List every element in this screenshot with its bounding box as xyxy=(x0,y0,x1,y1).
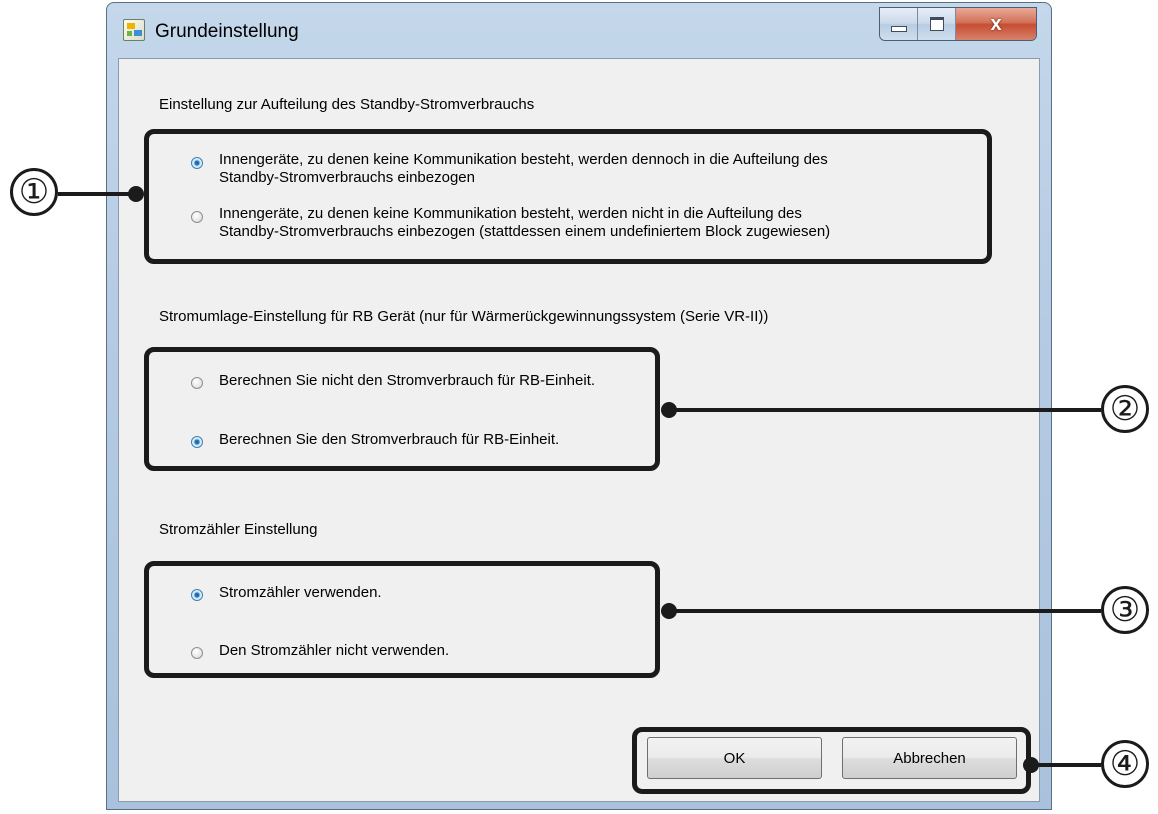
close-button[interactable]: x xyxy=(956,8,1036,40)
app-icon-glyph-green xyxy=(127,31,132,36)
window-title: Grundeinstellung xyxy=(155,21,299,42)
callout-4: ④ xyxy=(1101,740,1149,788)
maximize-icon xyxy=(929,17,944,31)
maximize-button[interactable] xyxy=(918,8,956,40)
callout-3-line xyxy=(669,609,1101,613)
callout-3: ③ xyxy=(1101,586,1149,634)
callout-4-line xyxy=(1031,763,1101,767)
minimize-icon xyxy=(890,26,907,32)
rb-heading: Stromumlage-Einstellung für RB Gerät (nu… xyxy=(159,308,769,325)
highlight-box-4 xyxy=(632,727,1031,794)
callout-1: ① xyxy=(10,168,58,216)
app-icon[interactable] xyxy=(123,19,145,41)
close-icon: x xyxy=(990,12,1002,35)
minimize-button[interactable] xyxy=(880,8,918,40)
highlight-box-3 xyxy=(144,561,660,678)
highlight-box-1 xyxy=(144,129,992,264)
callout-2-line xyxy=(669,408,1101,412)
meter-heading: Stromzähler Einstellung xyxy=(159,521,318,538)
highlight-box-2 xyxy=(144,347,660,471)
app-icon-glyph-yellow xyxy=(127,23,135,29)
callout-2: ② xyxy=(1101,385,1149,433)
callout-1-line xyxy=(58,192,136,196)
window-controls: x xyxy=(879,7,1037,41)
standby-heading: Einstellung zur Aufteilung des Standby-S… xyxy=(159,96,535,113)
app-icon-glyph-blue xyxy=(134,30,142,36)
title-bar[interactable]: Grundeinstellung x xyxy=(107,3,1051,57)
callout-1-dot xyxy=(128,186,144,202)
